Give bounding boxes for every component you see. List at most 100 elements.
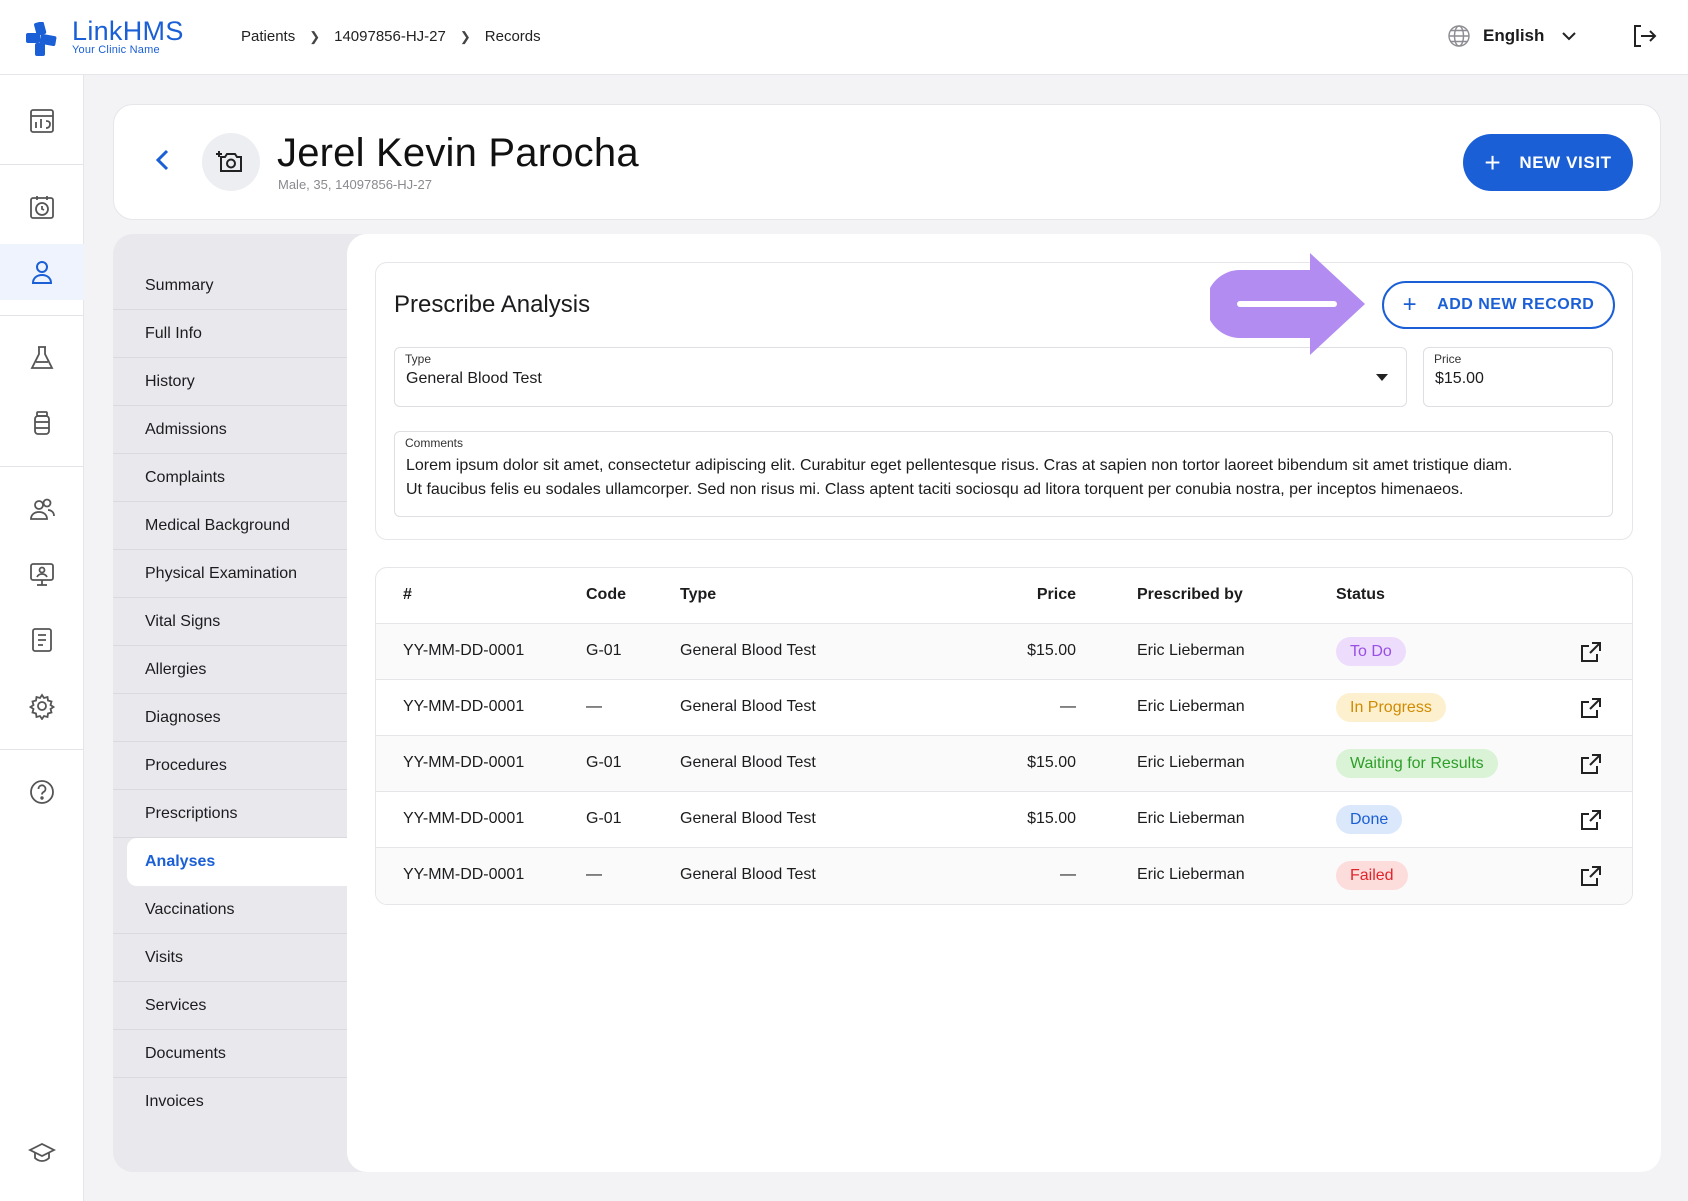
language-label: English bbox=[1483, 26, 1545, 45]
rail-staff[interactable] bbox=[0, 481, 84, 537]
nav-services[interactable]: Services bbox=[113, 982, 347, 1030]
comments-label: Comments bbox=[405, 436, 464, 450]
cell-price: $15.00 bbox=[1027, 754, 1076, 771]
cell-number: YY-MM-DD-0001 bbox=[403, 866, 525, 883]
rail-help[interactable] bbox=[0, 764, 84, 820]
rail-billing[interactable] bbox=[0, 612, 84, 668]
language-selector[interactable]: English bbox=[1447, 24, 1578, 48]
breadcrumb: Patients ❯ 14097856-HJ-27 ❯ Records bbox=[241, 28, 541, 45]
comments-value: Lorem ipsum dolor sit amet, consectetur … bbox=[406, 457, 1513, 498]
open-external-icon[interactable] bbox=[1579, 808, 1603, 832]
breadcrumb-patient-id[interactable]: 14097856-HJ-27 bbox=[334, 28, 446, 45]
cell-prescribed-by: Eric Lieberman bbox=[1137, 866, 1245, 883]
plus-icon: + bbox=[1484, 146, 1502, 178]
medicine-bottle-icon bbox=[34, 411, 50, 435]
prescribe-title: Prescribe Analysis bbox=[394, 291, 591, 318]
caret-down-icon bbox=[1376, 374, 1388, 381]
breadcrumb-records: Records bbox=[484, 28, 541, 45]
back-arrow-icon[interactable] bbox=[148, 145, 178, 175]
alarm-clock-icon bbox=[30, 196, 54, 219]
cell-number: YY-MM-DD-0001 bbox=[403, 754, 525, 771]
price-field[interactable]: Price $15.00 bbox=[1423, 347, 1613, 407]
rail-settings[interactable] bbox=[0, 678, 84, 734]
help-icon bbox=[30, 780, 54, 804]
col-prescribed-by: Prescribed by bbox=[1137, 586, 1243, 603]
nav-vaccinations[interactable]: Vaccinations bbox=[113, 886, 347, 934]
breadcrumb-patients[interactable]: Patients bbox=[241, 28, 295, 45]
cell-type: General Blood Test bbox=[680, 642, 816, 659]
open-external-icon[interactable] bbox=[1579, 864, 1603, 888]
cell-prescribed-by: Eric Lieberman bbox=[1137, 698, 1245, 715]
app-logo[interactable]: LinkHMS Your Clinic Name bbox=[26, 18, 184, 56]
flask-icon bbox=[30, 346, 54, 369]
nav-visits[interactable]: Visits bbox=[113, 934, 347, 982]
rail-training[interactable] bbox=[0, 1125, 84, 1181]
new-visit-button[interactable]: + NEW VISIT bbox=[1463, 134, 1633, 191]
table-row[interactable]: YY-MM-DD-0001 G-01 General Blood Test $1… bbox=[376, 624, 1632, 680]
logo-cross-icon bbox=[26, 22, 57, 56]
rail-lab[interactable] bbox=[0, 330, 84, 386]
dashboard-icon bbox=[30, 109, 54, 133]
nav-history[interactable]: History bbox=[113, 358, 347, 406]
nav-admissions[interactable]: Admissions bbox=[113, 406, 347, 454]
rail-telemedicine[interactable] bbox=[0, 546, 84, 602]
logout-icon[interactable] bbox=[1630, 22, 1658, 50]
status-badge: Waiting for Results bbox=[1336, 749, 1498, 778]
nav-summary[interactable]: Summary bbox=[113, 262, 347, 310]
analyses-table: # Code Type Price Prescribed by Status Y… bbox=[375, 567, 1633, 905]
app-name: LinkHMS bbox=[72, 16, 184, 46]
records-side-nav: Summary Full Info History Admissions Com… bbox=[113, 262, 347, 1126]
status-badge: Failed bbox=[1336, 861, 1408, 890]
nav-complaints[interactable]: Complaints bbox=[113, 454, 347, 502]
plus-icon: + bbox=[1402, 291, 1418, 318]
nav-documents[interactable]: Documents bbox=[113, 1030, 347, 1078]
open-external-icon[interactable] bbox=[1579, 752, 1603, 776]
col-number: # bbox=[403, 586, 412, 603]
cell-price: $15.00 bbox=[1027, 642, 1076, 659]
nav-medical-background[interactable]: Medical Background bbox=[113, 502, 347, 550]
nav-analyses[interactable]: Analyses bbox=[127, 838, 347, 886]
rail-appointments[interactable] bbox=[0, 179, 84, 235]
invoice-icon bbox=[32, 628, 52, 652]
cell-code: G-01 bbox=[586, 642, 622, 659]
open-external-icon[interactable] bbox=[1579, 696, 1603, 720]
gear-icon bbox=[28, 693, 56, 720]
nav-physical-examination[interactable]: Physical Examination bbox=[113, 550, 347, 598]
status-badge: To Do bbox=[1336, 637, 1406, 666]
chevron-right-icon: ❯ bbox=[309, 28, 321, 44]
nav-full-info[interactable]: Full Info bbox=[113, 310, 347, 358]
cell-type: General Blood Test bbox=[680, 754, 816, 771]
rail-patients[interactable] bbox=[0, 244, 84, 300]
cell-code: — bbox=[586, 866, 602, 883]
cell-code: — bbox=[586, 698, 602, 715]
nav-prescriptions[interactable]: Prescriptions bbox=[113, 790, 347, 838]
rail-pharmacy[interactable] bbox=[0, 395, 84, 451]
nav-allergies[interactable]: Allergies bbox=[113, 646, 347, 694]
nav-vital-signs[interactable]: Vital Signs bbox=[113, 598, 347, 646]
cell-number: YY-MM-DD-0001 bbox=[403, 642, 525, 659]
chevron-right-icon: ❯ bbox=[459, 28, 471, 44]
rail-dashboard[interactable] bbox=[0, 93, 84, 149]
graduation-cap-icon bbox=[28, 1142, 56, 1162]
col-price: Price bbox=[1036, 586, 1076, 603]
nav-procedures[interactable]: Procedures bbox=[113, 742, 347, 790]
cell-price: — bbox=[1060, 698, 1076, 715]
add-new-record-button[interactable]: + ADD NEW RECORD bbox=[1382, 281, 1615, 329]
status-badge: Done bbox=[1336, 805, 1403, 834]
patient-name: Jerel Kevin Parocha bbox=[277, 131, 639, 175]
table-row[interactable]: YY-MM-DD-0001 G-01 General Blood Test $1… bbox=[376, 792, 1632, 848]
comments-field[interactable]: Comments Lorem ipsum dolor sit amet, con… bbox=[394, 431, 1613, 517]
highlight-arrow-icon bbox=[1210, 253, 1365, 355]
table-row[interactable]: YY-MM-DD-0001 G-01 General Blood Test $1… bbox=[376, 736, 1632, 792]
add-new-record-label: ADD NEW RECORD bbox=[1437, 296, 1595, 313]
nav-invoices[interactable]: Invoices bbox=[113, 1078, 347, 1126]
cell-number: YY-MM-DD-0001 bbox=[403, 698, 525, 715]
avatar-upload[interactable] bbox=[202, 133, 260, 191]
cell-prescribed-by: Eric Lieberman bbox=[1137, 754, 1245, 771]
add-photo-icon bbox=[216, 151, 242, 172]
table-row[interactable]: YY-MM-DD-0001 — General Blood Test — Eri… bbox=[376, 848, 1632, 904]
table-row[interactable]: YY-MM-DD-0001 — General Blood Test — Eri… bbox=[376, 680, 1632, 736]
open-external-icon[interactable] bbox=[1579, 640, 1603, 664]
nav-diagnoses[interactable]: Diagnoses bbox=[113, 694, 347, 742]
cell-type: General Blood Test bbox=[680, 810, 816, 827]
